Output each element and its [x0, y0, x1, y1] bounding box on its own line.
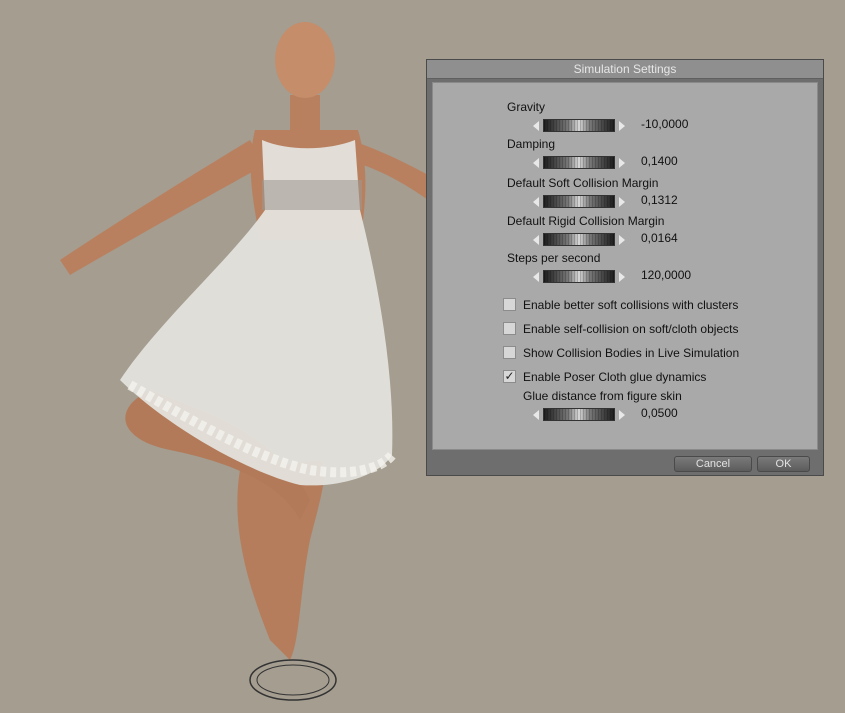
self-collision-checkbox[interactable]	[503, 322, 516, 335]
gravity-dial[interactable]	[533, 119, 625, 132]
glue-dynamics-label: Enable Poser Cloth glue dynamics	[523, 370, 707, 384]
dial-control[interactable]	[543, 119, 615, 132]
glue-distance-dial[interactable]	[533, 408, 625, 421]
soft-collision-margin-value[interactable]: 0,1312	[641, 193, 678, 207]
steps-per-second-label: Steps per second	[507, 251, 601, 265]
self-collision-label: Enable self-collision on soft/cloth obje…	[523, 322, 739, 336]
steps-per-second-dial[interactable]	[533, 270, 625, 283]
gravity-value[interactable]: -10,0000	[641, 117, 688, 131]
soft-collision-margin-label: Default Soft Collision Margin	[507, 176, 659, 190]
show-collision-bodies-checkbox[interactable]	[503, 346, 516, 359]
decrement-arrow-icon[interactable]	[533, 410, 539, 420]
cancel-button[interactable]: Cancel	[674, 456, 752, 472]
decrement-arrow-icon[interactable]	[533, 235, 539, 245]
steps-per-second-value[interactable]: 120,0000	[641, 268, 691, 282]
dial-control[interactable]	[543, 233, 615, 246]
increment-arrow-icon[interactable]	[619, 121, 625, 131]
dialog-title[interactable]: Simulation Settings	[427, 60, 823, 79]
decrement-arrow-icon[interactable]	[533, 272, 539, 282]
show-collision-bodies-label: Show Collision Bodies in Live Simulation	[523, 346, 740, 360]
dial-control[interactable]	[543, 408, 615, 421]
decrement-arrow-icon[interactable]	[533, 121, 539, 131]
increment-arrow-icon[interactable]	[619, 158, 625, 168]
dial-control[interactable]	[543, 195, 615, 208]
damping-label: Damping	[507, 137, 556, 151]
glue-dynamics-checkbox[interactable]: ✓	[503, 370, 516, 383]
rigid-collision-margin-dial[interactable]	[533, 233, 625, 246]
dial-control[interactable]	[543, 270, 615, 283]
gravity-label: Gravity	[507, 100, 546, 114]
increment-arrow-icon[interactable]	[619, 197, 625, 207]
increment-arrow-icon[interactable]	[619, 235, 625, 245]
soft-clusters-label: Enable better soft collisions with clust…	[523, 298, 739, 312]
glue-distance-value[interactable]: 0,0500	[641, 406, 678, 420]
increment-arrow-icon[interactable]	[619, 272, 625, 282]
ok-button[interactable]: OK	[757, 456, 810, 472]
glue-distance-label: Glue distance from figure skin	[523, 389, 682, 403]
soft-collision-margin-dial[interactable]	[533, 195, 625, 208]
simulation-settings-dialog: Simulation Settings Gravity -10,0000 Dam…	[426, 59, 824, 476]
damping-value[interactable]: 0,1400	[641, 154, 678, 168]
damping-dial[interactable]	[533, 156, 625, 169]
dial-control[interactable]	[543, 156, 615, 169]
soft-clusters-checkbox[interactable]	[503, 298, 516, 311]
increment-arrow-icon[interactable]	[619, 410, 625, 420]
decrement-arrow-icon[interactable]	[533, 158, 539, 168]
rigid-collision-margin-label: Default Rigid Collision Margin	[507, 214, 665, 228]
rigid-collision-margin-value[interactable]: 0,0164	[641, 231, 678, 245]
settings-panel: Gravity -10,0000 Damping 0,1400 Default …	[432, 82, 818, 450]
decrement-arrow-icon[interactable]	[533, 197, 539, 207]
